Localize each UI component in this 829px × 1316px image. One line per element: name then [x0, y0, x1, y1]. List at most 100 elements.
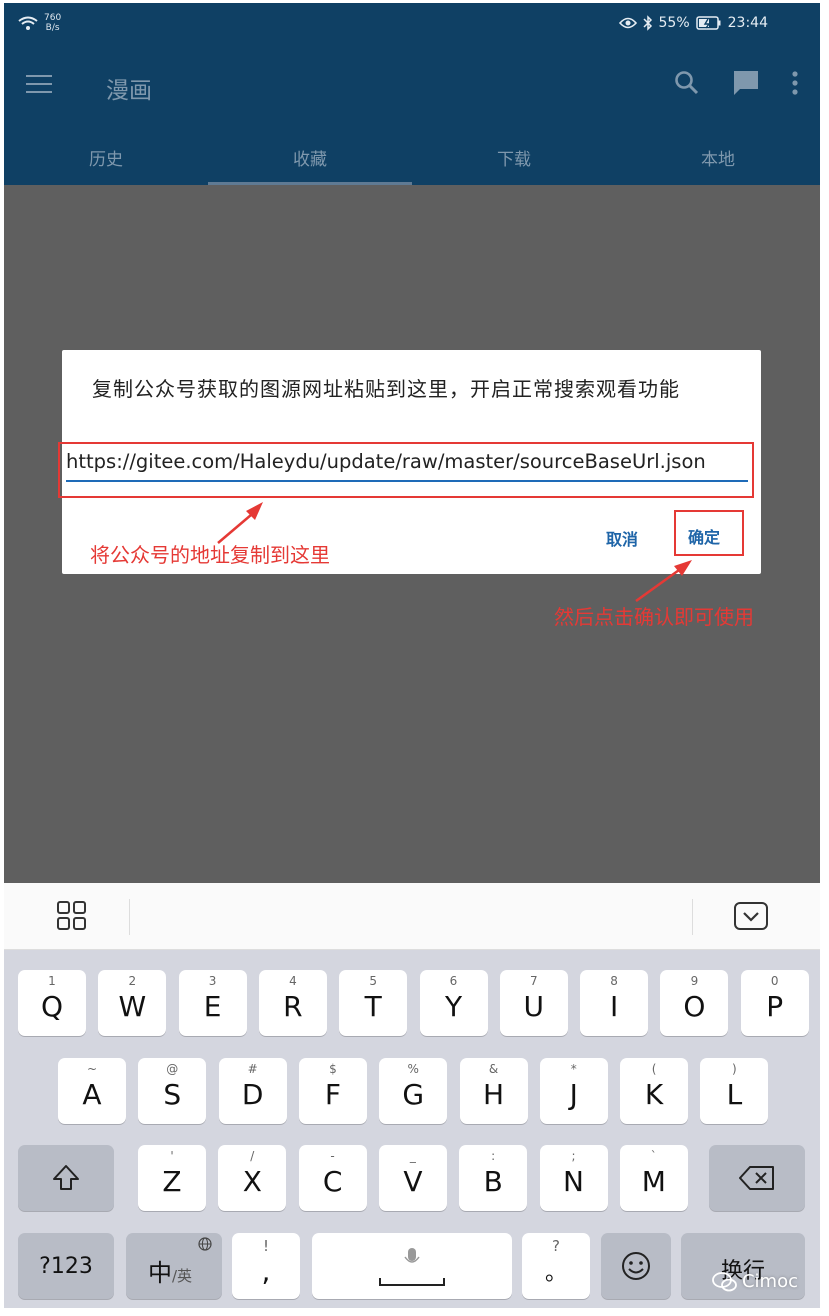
key-label: D: [241, 1078, 264, 1111]
confirm-button[interactable]: 确定: [688, 524, 720, 548]
key-hint: 1: [48, 974, 56, 988]
key-hint: 3: [208, 974, 217, 988]
symbols-key[interactable]: ?123: [18, 1233, 114, 1299]
tab-local[interactable]: 本地: [616, 137, 820, 185]
tab-favorites[interactable]: 收藏: [208, 137, 412, 185]
globe-icon: [198, 1237, 212, 1251]
key-d[interactable]: # D: [218, 1058, 287, 1124]
key-k[interactable]: (K: [620, 1058, 689, 1124]
hide-keyboard-icon[interactable]: [734, 902, 768, 930]
key-l[interactable]: ) L: [700, 1058, 769, 1124]
key-label: H: [482, 1078, 505, 1111]
key-label: M: [641, 1165, 666, 1198]
url-input[interactable]: https://gitee.com/Haleydu/update/raw/mas…: [66, 450, 752, 473]
key-hint: `: [650, 1149, 657, 1163]
key-label: O: [683, 990, 706, 1023]
lang-chinese-label: 中: [148, 1259, 172, 1287]
key-label: C: [322, 1165, 343, 1198]
tab-history[interactable]: 历史: [4, 137, 208, 185]
lang-english-label: /英: [172, 1267, 193, 1285]
search-icon[interactable]: [674, 70, 700, 96]
key-hint: ~: [86, 1062, 98, 1076]
key-label: S: [163, 1078, 182, 1111]
key-a[interactable]: ~ A: [58, 1058, 126, 1124]
key-label: Y: [444, 990, 463, 1023]
key-label: V: [403, 1165, 423, 1198]
comment-icon[interactable]: [732, 69, 760, 97]
key-p[interactable]: 0P: [740, 970, 809, 1036]
cancel-button[interactable]: 取消: [606, 526, 638, 550]
key-hint: *: [570, 1062, 577, 1076]
more-vert-icon[interactable]: [792, 71, 798, 95]
shift-key[interactable]: [18, 1145, 114, 1211]
key-label: N: [563, 1165, 584, 1198]
key-q[interactable]: 1Q: [18, 970, 86, 1036]
backspace-icon: [739, 1166, 774, 1190]
backspace-key[interactable]: [709, 1145, 805, 1211]
page-title: 漫画: [106, 78, 152, 104]
key-w[interactable]: 2W: [98, 970, 167, 1036]
key-o[interactable]: 9O: [660, 970, 729, 1036]
watermark-text: Cimoc: [741, 1271, 798, 1292]
tab-bar: 历史 收藏 下载 本地: [4, 137, 820, 185]
microphone-icon: [404, 1248, 420, 1263]
shift-icon: [53, 1165, 79, 1190]
language-switch-key[interactable]: 中/英: [126, 1233, 222, 1299]
key-b[interactable]: :B: [459, 1145, 528, 1211]
key-hint: %: [407, 1062, 419, 1076]
key-hint: ): [732, 1062, 737, 1076]
clock: 23:44: [727, 15, 768, 31]
key-r[interactable]: 4R: [258, 970, 327, 1036]
grid-menu-icon[interactable]: [57, 901, 87, 931]
paste-hint-annotation: 将公众号的地址复制到这里: [90, 543, 330, 567]
space-key[interactable]: [312, 1233, 512, 1299]
key-label: K: [644, 1078, 664, 1111]
key-label: R: [283, 990, 303, 1023]
bluetooth-icon: [642, 15, 652, 31]
key-y[interactable]: 6Y: [419, 970, 488, 1036]
tab-downloads[interactable]: 下载: [412, 137, 616, 185]
key-hint: (: [651, 1062, 657, 1076]
key-i[interactable]: 8I: [580, 970, 649, 1036]
confirm-hint-annotation: 然后点击确认即可使用: [554, 605, 754, 629]
key-hint: 7: [529, 974, 538, 988]
key-e[interactable]: 3E: [178, 970, 247, 1036]
key-j[interactable]: * J: [539, 1058, 608, 1124]
emoji-key[interactable]: [601, 1233, 671, 1299]
key-label: T: [364, 990, 382, 1023]
url-highlight-box: https://gitee.com/Haleydu/update/raw/mas…: [58, 442, 754, 498]
key-label: U: [523, 990, 545, 1023]
key-m[interactable]: ` M: [619, 1145, 688, 1211]
battery-charging-icon: [695, 16, 721, 30]
key-label: Z: [162, 1165, 182, 1198]
key-n[interactable]: ; N: [539, 1145, 608, 1211]
eye-icon: [618, 17, 637, 29]
key-h[interactable]: & H: [459, 1058, 528, 1124]
key-t[interactable]: 5T: [339, 970, 408, 1036]
key-label: F: [324, 1078, 341, 1111]
key-g[interactable]: % G: [379, 1058, 448, 1124]
key-u[interactable]: 7U: [499, 970, 568, 1036]
watermark: Cimoc: [712, 1271, 798, 1292]
dialog-message: 复制公众号获取的图源网址粘贴到这里，开启正常搜索观看功能: [92, 377, 680, 401]
period-key[interactable]: ? 。: [522, 1233, 590, 1299]
key-c[interactable]: -C: [298, 1145, 367, 1211]
key-x[interactable]: / X: [218, 1145, 287, 1211]
key-v[interactable]: _ V: [378, 1145, 447, 1211]
status-bar: 760 B/s 55% 23:44: [4, 3, 820, 47]
screen: 760 B/s 55% 23:44 漫画 历史 收藏 下载 本地 复制公众号获取…: [4, 3, 820, 1308]
key-hint: 5: [369, 974, 377, 988]
battery-percent: 55%: [658, 15, 690, 31]
key-z[interactable]: ' Z: [138, 1145, 206, 1211]
menu-icon[interactable]: [26, 75, 52, 93]
key-s[interactable]: @ S: [138, 1058, 207, 1124]
key-label: J: [569, 1078, 578, 1111]
toolbar: 漫画: [4, 55, 820, 115]
key-hint: &: [488, 1062, 499, 1076]
key-f[interactable]: $ F: [298, 1058, 367, 1124]
keyboard-toolbar: [4, 883, 820, 950]
key-label: X: [242, 1165, 262, 1198]
key-label: E: [203, 990, 222, 1023]
comma-key[interactable]: ! ,: [232, 1233, 300, 1299]
key-label: W: [118, 990, 147, 1023]
